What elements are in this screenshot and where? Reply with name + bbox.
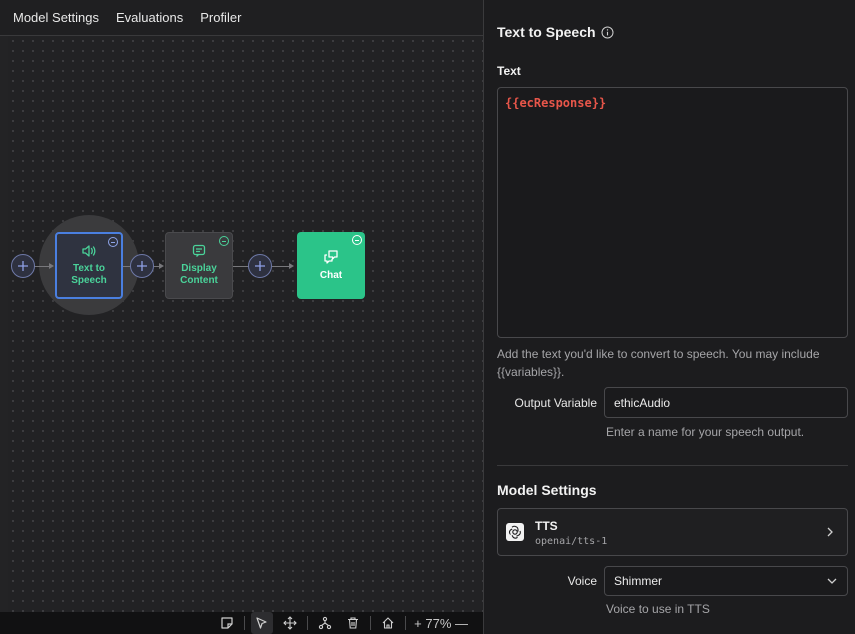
panel-title: Text to Speech: [497, 24, 596, 40]
remove-node-icon[interactable]: [108, 237, 118, 247]
plus-icon: [255, 261, 265, 271]
model-id: openai/tts-1: [535, 536, 608, 547]
toolbar-separator: [370, 616, 372, 630]
voice-label: Voice: [567, 574, 597, 588]
connector-arrow: [289, 263, 294, 269]
chevron-right-icon: [827, 527, 833, 537]
voice-select[interactable]: Shimmer: [604, 566, 848, 596]
output-variable-label: Output Variable: [514, 396, 598, 410]
toolbar-separator: [405, 616, 407, 630]
connector-arrow: [49, 263, 54, 269]
text-input-value: {{ecResponse}}: [505, 96, 607, 110]
speaker-icon: [82, 245, 96, 257]
node-label: Chat: [319, 270, 343, 281]
remove-node-icon[interactable]: [352, 235, 362, 245]
connector-arrow: [159, 263, 164, 269]
zoom-controls[interactable]: + 77% —: [414, 616, 468, 631]
connector-line: [34, 266, 50, 267]
toolbar-separator: [244, 616, 246, 630]
tab-evaluations[interactable]: Evaluations: [116, 10, 183, 25]
app-root: Model Settings Evaluations Profiler Text…: [0, 0, 855, 634]
model-name: TTS: [535, 519, 558, 533]
flow-canvas[interactable]: [8, 36, 483, 612]
panel-header: Text to Speech: [497, 24, 614, 40]
text-field-label: Text: [497, 64, 521, 78]
node-settings-panel: Text to Speech Text {{ecResponse}} Add t…: [484, 0, 855, 634]
connections-icon: [319, 616, 332, 630]
node-label: Text to: [72, 263, 106, 274]
output-variable-hint: Enter a name for your speech output.: [606, 425, 805, 439]
sticky-note-icon: [221, 617, 233, 629]
tab-profiler[interactable]: Profiler: [200, 10, 241, 25]
voice-hint: Voice to use in TTS: [606, 602, 710, 616]
plus-icon: [137, 261, 147, 271]
add-node-button[interactable]: [248, 254, 272, 278]
message-square-icon: [192, 244, 206, 257]
node-label: Content: [180, 275, 218, 286]
model-selector[interactable]: TTS openai/tts-1: [497, 508, 848, 556]
home-icon: [382, 617, 394, 629]
model-settings-header: Model Settings: [497, 482, 597, 498]
info-icon[interactable]: [601, 26, 614, 39]
fit-view-button[interactable]: [377, 612, 399, 634]
add-node-button[interactable]: [130, 254, 154, 278]
remove-node-icon[interactable]: [219, 236, 229, 246]
sticky-note-button[interactable]: [216, 612, 238, 634]
connector-line: [272, 266, 290, 267]
connector-line: [233, 266, 249, 267]
select-tool-button[interactable]: [251, 612, 274, 634]
canvas-toolbar: + 77% —: [0, 612, 483, 634]
node-chat[interactable]: Chat: [297, 232, 365, 299]
text-help: Add the text you'd like to convert to sp…: [497, 347, 820, 379]
pan-tool-button[interactable]: [279, 612, 301, 634]
tab-model-settings[interactable]: Model Settings: [13, 10, 99, 25]
move-icon: [283, 616, 297, 630]
workflow-editor: Model Settings Evaluations Profiler Text…: [0, 0, 484, 634]
add-node-button[interactable]: [11, 254, 35, 278]
chat-bubbles-icon: [324, 250, 338, 264]
output-variable-input[interactable]: ethicAudio: [604, 387, 848, 418]
node-display-content[interactable]: Display Content: [165, 232, 233, 299]
top-tabs: Model Settings Evaluations Profiler: [0, 0, 483, 36]
plus-icon: [18, 261, 28, 271]
node-text-to-speech[interactable]: Text to Speech: [55, 232, 123, 299]
node-label: Display: [181, 263, 217, 274]
trash-icon: [348, 617, 359, 629]
section-divider: [497, 465, 848, 466]
text-input[interactable]: {{ecResponse}}: [497, 87, 848, 338]
auto-layout-button[interactable]: [314, 612, 336, 634]
output-variable-value: ethicAudio: [614, 395, 671, 410]
toolbar-separator: [307, 616, 309, 630]
chevron-down-icon: [827, 578, 837, 584]
delete-button[interactable]: [342, 612, 364, 634]
node-label: Speech: [71, 275, 107, 286]
voice-selected-value: Shimmer: [614, 574, 663, 588]
pointer-icon: [256, 617, 267, 629]
openai-logo-icon: [506, 523, 524, 541]
